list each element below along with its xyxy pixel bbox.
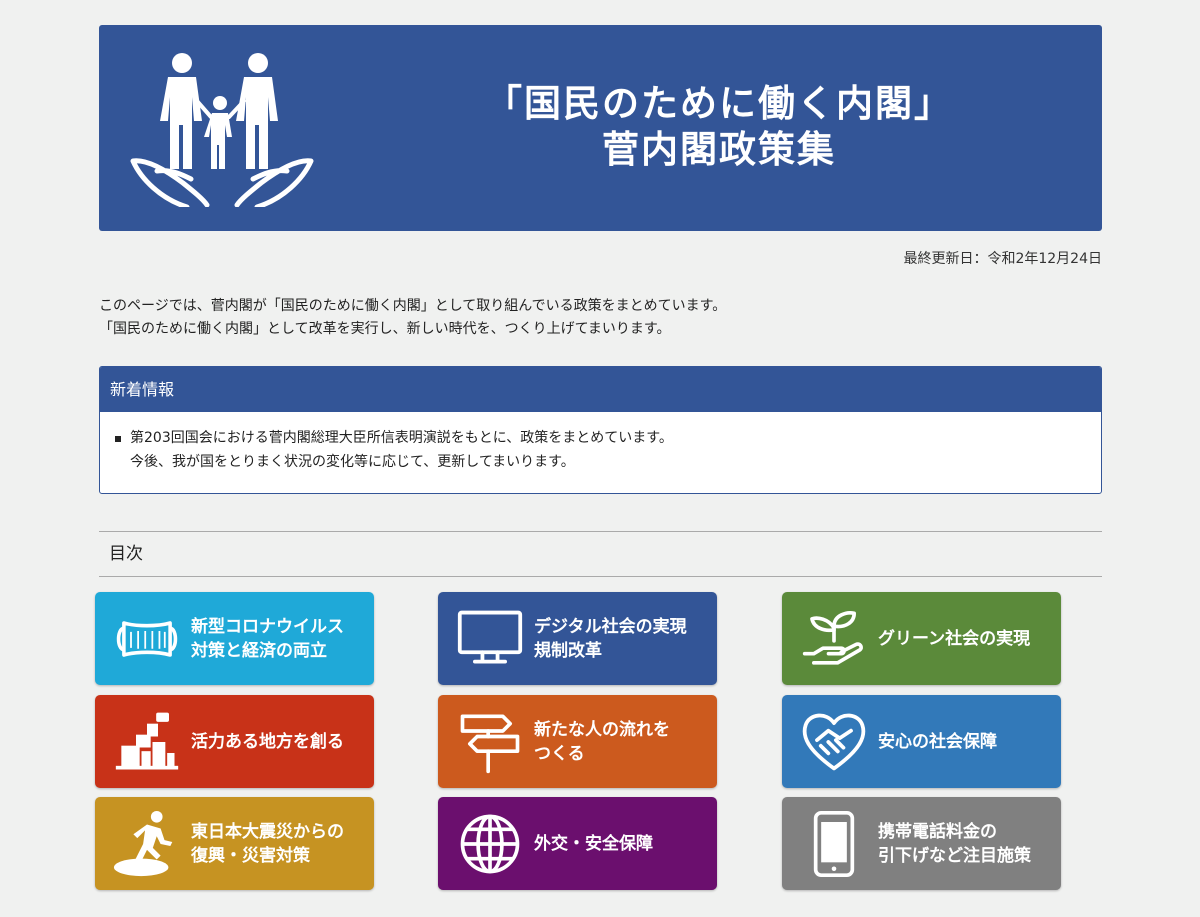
toc-tile-label: 新型コロナウイルス 対策と経済の両立 [191, 616, 344, 661]
intro-line-2: 「国民のために働く内閣」として改革を実行し、新しい時代を、つくり上げてまいります… [99, 321, 671, 337]
banner-title-line1: 「国民のために働く内閣」 [485, 82, 953, 125]
intro-text: このページでは、菅内閣が「国民のために働く内閣」として取り組んでいる政策をまとめ… [99, 295, 726, 341]
sprout-hand-icon [798, 603, 870, 675]
news-heading: 新着情報 [100, 367, 1101, 412]
toc-heading: 目次 [99, 531, 1102, 577]
toc-tile-label: グリーン社会の実現 [878, 628, 1031, 649]
town-icon [111, 706, 183, 778]
toc-tile-6[interactable]: 安心の社会保障 [782, 695, 1061, 788]
toc-tile-9[interactable]: 携帯電話料金の 引下げなど注目施策 [782, 797, 1061, 890]
toc-tile-1[interactable]: 新型コロナウイルス 対策と経済の両立 [95, 592, 374, 685]
toc-tile-8[interactable]: 外交・安全保障 [438, 797, 717, 890]
news-item: 第203回国会における菅内閣総理大臣所信表明演説をもとに、政策をまとめています。… [100, 412, 1101, 474]
toc-tile-label: デジタル社会の実現 規制改革 [534, 616, 687, 661]
monitor-icon [454, 603, 526, 675]
toc-tile-label: 外交・安全保障 [534, 833, 653, 854]
toc-tile-3[interactable]: グリーン社会の実現 [782, 592, 1061, 685]
mask-icon [111, 603, 183, 675]
last-updated: 最終更新日：令和2年12月24日 [903, 251, 1102, 267]
toc-tile-label: 安心の社会保障 [878, 731, 997, 752]
toc-tile-4[interactable]: 活力ある地方を創る [95, 695, 374, 788]
globe-icon [454, 808, 526, 880]
toc-tile-2[interactable]: デジタル社会の実現 規制改革 [438, 592, 717, 685]
smartphone-icon [798, 808, 870, 880]
toc-tile-5[interactable]: 新たな人の流れを つくる [438, 695, 717, 788]
banner-title: 「国民のために働く内閣」 菅内閣政策集 [349, 81, 1089, 173]
family-hands-icon [130, 53, 314, 207]
news-box: 新着情報 第203回国会における菅内閣総理大臣所信表明演説をもとに、政策をまとめ… [99, 366, 1102, 494]
banner: 「国民のために働く内閣」 菅内閣政策集 [99, 25, 1102, 231]
banner-title-line2: 菅内閣政策集 [602, 128, 836, 171]
toc-tile-7[interactable]: 東日本大震災からの 復興・災害対策 [95, 797, 374, 890]
toc-tile-label: 活力ある地方を創る [191, 731, 344, 752]
runner-icon [111, 808, 183, 880]
toc-tile-label: 携帯電話料金の 引下げなど注目施策 [878, 821, 1031, 866]
toc-tile-label: 東日本大震災からの 復興・災害対策 [191, 821, 344, 866]
bullet-icon [115, 436, 121, 442]
intro-line-1: このページでは、菅内閣が「国民のために働く内閣」として取り組んでいる政策をまとめ… [99, 298, 727, 314]
toc-tile-label: 新たな人の流れを つくる [534, 719, 670, 764]
news-line-2: 今後、我が国をとりまく状況の変化等に応じて、更新してまいります。 [130, 454, 575, 470]
heart-handshake-icon [798, 706, 870, 778]
signpost-icon [454, 706, 526, 778]
news-line-1: 第203回国会における菅内閣総理大臣所信表明演説をもとに、政策をまとめています。 [130, 430, 673, 446]
